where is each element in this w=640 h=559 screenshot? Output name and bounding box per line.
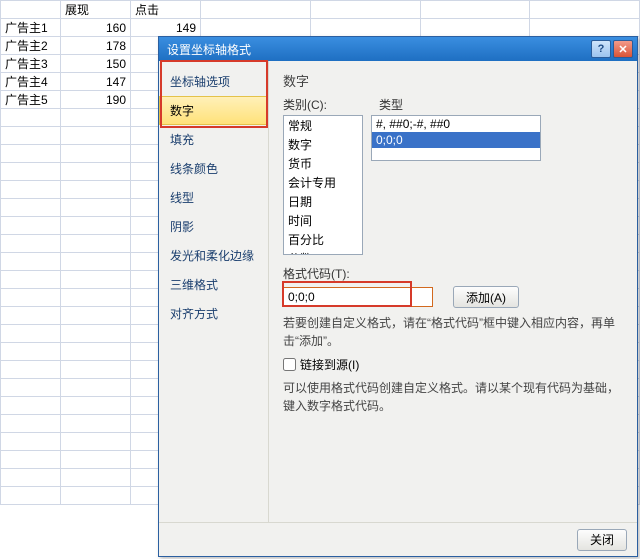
list-item[interactable]: #, ##0;-#, ##0 [372,116,540,132]
cell[interactable]: 147 [61,73,131,91]
dialog-sidebar: 坐标轴选项 数字 填充 线条颜色 线型 阴影 发光和柔化边缘 三维格式 对齐方式 [159,61,269,522]
format-code-input[interactable] [283,287,433,307]
help-button[interactable]: ? [591,40,611,58]
cell[interactable]: 150 [61,55,131,73]
col-header-a [1,1,61,19]
panel-title: 数字 [283,71,623,90]
add-button[interactable]: 添加(A) [453,286,519,308]
category-label: 类别(C): [283,96,327,113]
list-item[interactable]: 0;0;0 [372,132,540,148]
category-listbox[interactable]: 常规 数字 货币 会计专用 日期 时间 百分比 分数 科学记数 文本 特殊格式 … [283,115,363,255]
cell[interactable]: 190 [61,91,131,109]
type-listbox[interactable]: #, ##0;-#, ##0 0;0;0 [371,115,541,161]
sidebar-item-fill[interactable]: 填充 [159,125,268,154]
cell[interactable]: 广告主3 [1,55,61,73]
cell[interactable]: 160 [61,19,131,37]
sidebar-item-line-style[interactable]: 线型 [159,183,268,212]
close-button[interactable]: 关闭 [577,529,627,551]
sidebar-item-shadow[interactable]: 阴影 [159,212,268,241]
dialog-title: 设置坐标轴格式 [167,41,589,58]
sidebar-item-axis-options[interactable]: 坐标轴选项 [159,67,268,96]
empty-cell [310,1,420,19]
type-label: 类型 [379,96,403,113]
sidebar-item-alignment[interactable]: 对齐方式 [159,299,268,328]
empty-cell [201,1,311,19]
sidebar-item-3d[interactable]: 三维格式 [159,270,268,299]
empty-cell [420,1,530,19]
help-text-1: 若要创建自定义格式，请在“格式代码”框中键入相应内容，再单击“添加”。 [283,314,623,350]
list-item[interactable]: 时间 [284,211,362,230]
cell[interactable]: 广告主2 [1,37,61,55]
list-item[interactable]: 日期 [284,192,362,211]
format-code-label: 格式代码(T): [283,265,623,282]
list-item[interactable]: 百分比 [284,230,362,249]
cell[interactable]: 广告主4 [1,73,61,91]
list-item[interactable]: 数字 [284,135,362,154]
help-text-2: 可以使用格式代码创建自定义格式。请以某个现有代码为基础，键入数字格式代码。 [283,379,623,415]
cell[interactable]: 广告主5 [1,91,61,109]
list-item[interactable]: 货币 [284,154,362,173]
linked-label: 链接到源(I) [300,356,359,373]
cell[interactable]: 广告主1 [1,19,61,37]
list-item[interactable]: 会计专用 [284,173,362,192]
sidebar-item-line-color[interactable]: 线条颜色 [159,154,268,183]
cell[interactable]: 149 [131,19,201,37]
cell[interactable]: 178 [61,37,131,55]
list-item[interactable]: 常规 [284,116,362,135]
sidebar-item-glow[interactable]: 发光和柔化边缘 [159,241,268,270]
empty-cell [530,1,640,19]
linked-checkbox[interactable] [283,358,296,371]
dialog-footer: 关闭 [159,522,637,556]
format-axis-dialog: 设置坐标轴格式 ? ✕ 坐标轴选项 数字 填充 线条颜色 线型 阴影 发光和柔化… [158,36,638,557]
close-icon[interactable]: ✕ [613,40,633,58]
dialog-titlebar[interactable]: 设置坐标轴格式 ? ✕ [159,37,637,61]
number-panel: 数字 类别(C): 类型 常规 数字 货币 会计专用 日期 时间 百分比 分数 … [269,61,637,522]
list-item[interactable]: 分数 [284,249,362,255]
col-header-b: 展现 [61,1,131,19]
col-header-c: 点击 [131,1,201,19]
table-row: 广告主1160149 [1,19,640,37]
sidebar-item-number[interactable]: 数字 [159,96,268,125]
